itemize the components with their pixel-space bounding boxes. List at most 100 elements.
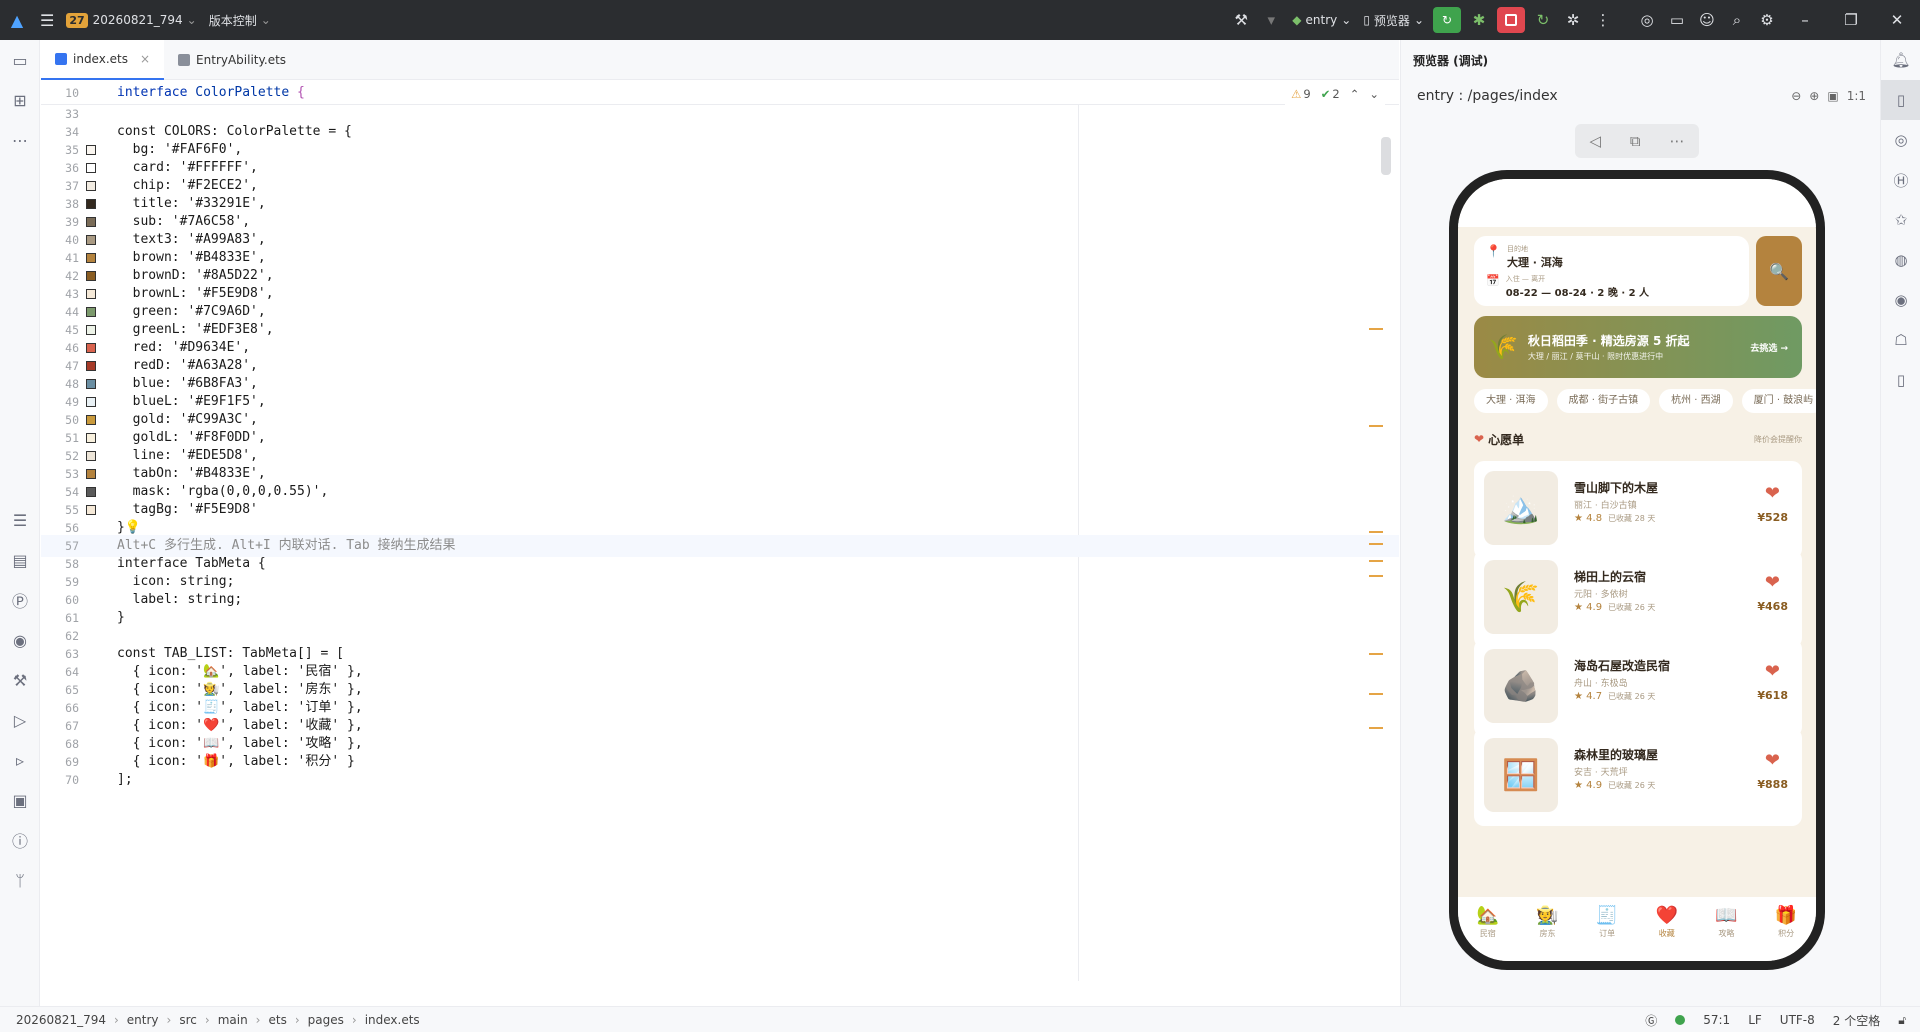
minimize-icon[interactable]: –: [1782, 0, 1828, 40]
breadcrumb-item[interactable]: 20260821_794: [12, 1013, 110, 1027]
color-swatch[interactable]: [86, 217, 96, 227]
color-swatch[interactable]: [86, 199, 96, 209]
readonly-lock-icon[interactable]: 🔓︎: [1898, 1013, 1906, 1028]
dropdown-arrow-icon[interactable]: ▾: [1256, 0, 1286, 40]
color-swatch[interactable]: [86, 235, 96, 245]
deploy-icon[interactable]: ▹: [0, 740, 40, 780]
run-button[interactable]: ↻: [1433, 7, 1461, 33]
heart-icon[interactable]: ❤: [1765, 750, 1780, 771]
device-manager-icon[interactable]: ◎: [1632, 0, 1662, 40]
color-swatch[interactable]: [86, 379, 96, 389]
codegenie-icon[interactable]: ◎: [1881, 120, 1920, 160]
previewer-tool-icon[interactable]: ▯: [1881, 80, 1920, 120]
color-swatch[interactable]: [86, 451, 96, 461]
color-swatch[interactable]: [86, 469, 96, 479]
folder-icon[interactable]: ▭: [1662, 0, 1692, 40]
listing-card[interactable]: 🌾 梯田上的云宿 元阳 · 多依树 ★ 4.9 已收藏 26 天 ❤ ¥468: [1474, 550, 1802, 648]
device-icon[interactable]: ▯: [1881, 360, 1920, 400]
actual-size-button[interactable]: 1:1: [1847, 89, 1866, 103]
robot-icon[interactable]: ☖: [1881, 320, 1920, 360]
build-hammer-icon[interactable]: ⚒: [1226, 0, 1256, 40]
zoom-in-icon[interactable]: ⊕: [1809, 89, 1819, 103]
chevron-down-icon[interactable]: ⌄: [1369, 87, 1379, 101]
color-swatch[interactable]: [86, 361, 96, 371]
breadcrumb-item[interactable]: ets: [264, 1013, 290, 1027]
debug-bug-icon[interactable]: ✱: [1464, 0, 1494, 40]
color-swatch[interactable]: [86, 163, 96, 173]
listing-card[interactable]: 🪟 森林里的玻璃屋 安吉 · 天荒坪 ★ 4.9 已收藏 26 天 ❤ ¥888: [1474, 728, 1802, 826]
git-branch-icon[interactable]: ᛘ: [0, 860, 40, 900]
heart-icon[interactable]: ❤: [1765, 661, 1780, 682]
color-swatch[interactable]: [86, 433, 96, 443]
plugin-icon[interactable]: ✩: [1881, 200, 1920, 240]
project-folder-icon[interactable]: ▭: [0, 40, 40, 80]
color-swatch[interactable]: [86, 343, 96, 353]
restore-icon[interactable]: ❐: [1828, 0, 1874, 40]
phone-screen[interactable]: 📍 目的地 大理 · 洱海 📅 入住 — 离开 08-22 — 08-24 · …: [1458, 179, 1816, 961]
chip[interactable]: 杭州 · 西湖: [1659, 389, 1733, 413]
profiler-icon[interactable]: ✲: [1558, 0, 1588, 40]
problems-icon[interactable]: ⓘ: [0, 820, 40, 860]
search-card[interactable]: 📍 目的地 大理 · 洱海 📅 入住 — 离开 08-22 — 08-24 · …: [1474, 236, 1749, 306]
app-tab[interactable]: 🏡 民宿: [1477, 905, 1499, 961]
color-swatch[interactable]: [86, 271, 96, 281]
app-tab[interactable]: 🎁 积分: [1775, 905, 1797, 961]
hvigor-icon[interactable]: Ⓗ: [1881, 160, 1920, 200]
color-swatch[interactable]: [86, 325, 96, 335]
stop-button[interactable]: [1497, 7, 1525, 33]
inspection-widget[interactable]: ⚠ 9 ✔ 2 ⌃ ⌄: [1285, 83, 1385, 105]
eye-tool-icon[interactable]: ◉: [0, 620, 40, 660]
zoom-out-icon[interactable]: ⊖: [1791, 89, 1801, 103]
color-swatch[interactable]: [86, 181, 96, 191]
color-swatch[interactable]: [86, 145, 96, 155]
more-horizontal-icon[interactable]: ⋯: [0, 120, 40, 160]
project-selector[interactable]: 27 20260821_794 ⌄: [60, 0, 202, 40]
run-tool-icon[interactable]: ▷: [0, 700, 40, 740]
more-vertical-icon[interactable]: ⋮: [1588, 0, 1618, 40]
notifications-bell-icon[interactable]: 🔔︎: [1881, 40, 1920, 80]
tab-entryability-ets[interactable]: EntryAbility.ets: [164, 40, 300, 80]
promo-banner[interactable]: 🌾 秋日稻田季 · 精选房源 5 折起 大理 / 丽江 / 莫干山 · 限时优惠…: [1474, 316, 1802, 378]
app-tab[interactable]: 🧑‍🌾 房东: [1536, 905, 1558, 961]
search-button[interactable]: 🔍: [1756, 236, 1802, 306]
cursor-position[interactable]: 57:1: [1703, 1013, 1730, 1027]
rotate-icon[interactable]: ⧉: [1630, 132, 1641, 150]
heart-icon[interactable]: ❤: [1765, 483, 1780, 504]
search-icon[interactable]: ⌕: [1722, 0, 1752, 40]
chevron-up-icon[interactable]: ⌃: [1350, 87, 1360, 101]
app-tab[interactable]: 📖 攻略: [1715, 905, 1737, 961]
heart-icon[interactable]: ❤: [1765, 572, 1780, 593]
color-swatch[interactable]: [86, 487, 96, 497]
breadcrumb-item[interactable]: pages: [304, 1013, 348, 1027]
color-swatch[interactable]: [86, 415, 96, 425]
tab-index-ets[interactable]: index.ets ×: [41, 40, 165, 80]
back-icon[interactable]: ◁: [1589, 132, 1601, 150]
breadcrumb-item[interactable]: main: [214, 1013, 252, 1027]
close-tab-icon[interactable]: ×: [140, 52, 150, 66]
profiler-p-icon[interactable]: Ⓟ: [0, 580, 40, 620]
color-swatch[interactable]: [86, 397, 96, 407]
color-swatch[interactable]: [86, 307, 96, 317]
code-editor[interactable]: 32}3334const COLORS: ColorPalette = {35 …: [41, 81, 1399, 981]
listing-card[interactable]: 🪨 海岛石屋改造民宿 舟山 · 东极岛 ★ 4.7 已收藏 26 天 ❤ ¥618: [1474, 639, 1802, 737]
banner-cta[interactable]: 去挑选 →: [1750, 341, 1788, 354]
fit-screen-icon[interactable]: ▣: [1827, 89, 1838, 103]
indent-setting[interactable]: 2 个空格: [1833, 1012, 1880, 1029]
device-selector[interactable]: ▯ 预览器 ⌄: [1357, 0, 1430, 40]
close-icon[interactable]: ✕: [1874, 0, 1920, 40]
main-menu-icon[interactable]: ☰: [34, 0, 60, 40]
color-swatch[interactable]: [86, 505, 96, 515]
terminal-icon[interactable]: ▣: [0, 780, 40, 820]
app-tab[interactable]: 🧾 订单: [1596, 905, 1618, 961]
module-selector[interactable]: ◆ entry ⌄: [1286, 0, 1357, 40]
rerun-icon[interactable]: ↻: [1528, 0, 1558, 40]
chip[interactable]: 大理 · 洱海: [1474, 389, 1548, 413]
listing-card[interactable]: 🏔️ 雪山脚下的木屋 丽江 · 白沙古镇 ★ 4.8 已收藏 28 天 ❤ ¥528: [1474, 461, 1802, 559]
color-swatch[interactable]: [86, 253, 96, 263]
build-tool-icon[interactable]: ⚒: [0, 660, 40, 700]
chip[interactable]: 厦门 · 鼓浪屿: [1741, 389, 1816, 413]
editor-scrollbar[interactable]: [1381, 137, 1391, 175]
database-icon[interactable]: ▤: [0, 540, 40, 580]
vcs-menu[interactable]: 版本控制 ⌄: [203, 0, 277, 40]
app-tab[interactable]: ❤️ 收藏: [1656, 905, 1678, 961]
